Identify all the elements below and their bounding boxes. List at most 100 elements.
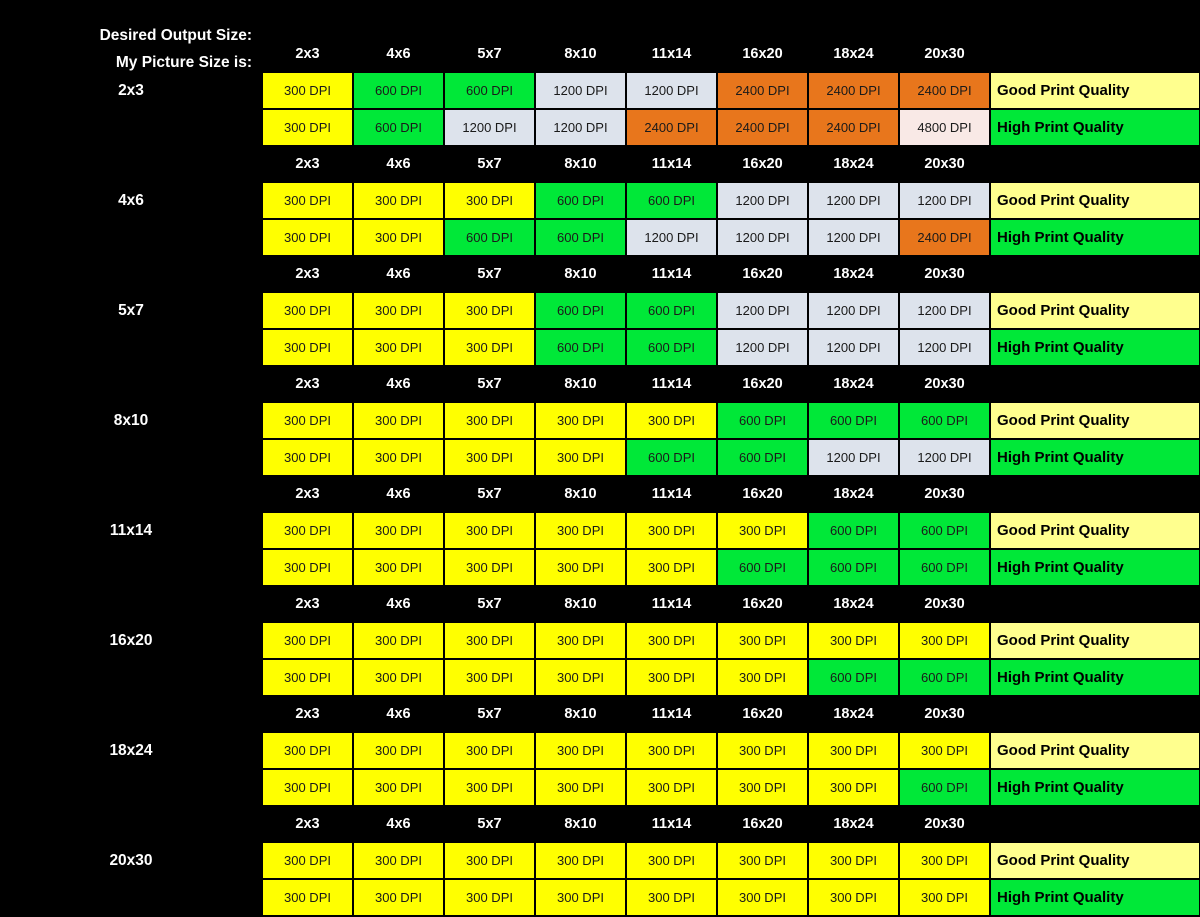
- dpi-cell: 300 DPI: [262, 72, 353, 109]
- dpi-cell: 300 DPI: [808, 622, 899, 659]
- dpi-cell: 2400 DPI: [808, 72, 899, 109]
- size-block: 8x10 2x3 4x6 5x7 8x10 11x14 16x20 18x24 20x30 300…: [0, 366, 1200, 476]
- dpi-cell: 1200 DPI: [899, 439, 990, 476]
- column-header-row: 2x3 4x6 5x7 8x10 11x14 16x20 18x24 20x30: [262, 146, 1200, 182]
- column-header-4x6: 4x6: [386, 706, 411, 722]
- dpi-cell: 600 DPI: [535, 182, 626, 219]
- column-header-8x10: 8x10: [564, 816, 597, 832]
- dpi-cell: 300 DPI: [808, 732, 899, 769]
- dpi-cell: 600 DPI: [535, 329, 626, 366]
- dpi-cell: 300 DPI: [353, 219, 444, 256]
- column-header-row: 2x3 4x6 5x7 8x10 11x14 16x20 18x24 20x30: [262, 476, 1200, 512]
- column-header-5x7: 5x7: [477, 706, 502, 722]
- dpi-cell: 600 DPI: [717, 402, 808, 439]
- column-header-4x6: 4x6: [386, 376, 411, 392]
- size-block: 18x24 2x3 4x6 5x7 8x10 11x14 16x20 18x24 20x30 30…: [0, 696, 1200, 806]
- dpi-cell: 600 DPI: [808, 402, 899, 439]
- dpi-cell: 300 DPI: [353, 439, 444, 476]
- dpi-cell: 600 DPI: [535, 292, 626, 329]
- dpi-cell: 300 DPI: [262, 659, 353, 696]
- dpi-cell: 300 DPI: [262, 109, 353, 146]
- column-header-20x30: 20x30: [924, 156, 965, 172]
- dpi-cell: 1200 DPI: [899, 182, 990, 219]
- good-quality-row: 300 DPI 600 DPI 600 DPI 1200 DPI 1200 DPI 240…: [262, 72, 1200, 109]
- column-header-18x24: 18x24: [833, 486, 874, 502]
- column-header-4x6: 4x6: [386, 46, 411, 62]
- dpi-cell: 300 DPI: [353, 182, 444, 219]
- column-header-2x3: 2x3: [295, 376, 320, 392]
- column-header-20x30: 20x30: [924, 46, 965, 62]
- column-header-18x24: 18x24: [833, 266, 874, 282]
- column-header-2x3: 2x3: [295, 156, 320, 172]
- dpi-cell: 4800 DPI: [899, 109, 990, 146]
- high-quality-row: 300 DPI 300 DPI 300 DPI 300 DPI 300 DPI 600 D…: [262, 549, 1200, 586]
- column-header-spacer: [990, 146, 1200, 182]
- good-quality-row: 300 DPI 300 DPI 300 DPI 300 DPI 300 DPI 600 D…: [262, 402, 1200, 439]
- dpi-cell: 600 DPI: [626, 329, 717, 366]
- size-block: 2x3 2x3 4x6 5x7 8x10 11x14 16x20 18x24 20x30 300 …: [0, 36, 1200, 146]
- column-header-16x20: 16x20: [742, 156, 783, 172]
- column-header-11x14: 11x14: [651, 596, 692, 612]
- dpi-cell: 300 DPI: [717, 732, 808, 769]
- dpi-cell: 300 DPI: [626, 622, 717, 659]
- high-quality-row: 300 DPI 300 DPI 600 DPI 600 DPI 1200 DPI 1200…: [262, 219, 1200, 256]
- dpi-cell: 1200 DPI: [808, 182, 899, 219]
- column-header-20x30: 20x30: [924, 486, 965, 502]
- dpi-cell: 300 DPI: [535, 769, 626, 806]
- dpi-cell: 300 DPI: [262, 512, 353, 549]
- size-block: 11x14 2x3 4x6 5x7 8x10 11x14 16x20 18x24 20x30 30…: [0, 476, 1200, 586]
- dpi-reference-table: Desired Output Size: My Picture Size is:…: [0, 0, 1200, 917]
- column-header-16x20: 16x20: [742, 706, 783, 722]
- column-header-5x7: 5x7: [477, 156, 502, 172]
- column-header-16x20: 16x20: [742, 376, 783, 392]
- dpi-cell: 300 DPI: [262, 402, 353, 439]
- dpi-cell: 1200 DPI: [808, 439, 899, 476]
- dpi-cell: 300 DPI: [353, 512, 444, 549]
- high-print-quality-label: High Print Quality: [990, 879, 1200, 916]
- dpi-cell: 300 DPI: [899, 732, 990, 769]
- dpi-cell: 300 DPI: [353, 329, 444, 366]
- dpi-cell: 300 DPI: [444, 769, 535, 806]
- column-header-20x30: 20x30: [924, 266, 965, 282]
- dpi-cell: 300 DPI: [262, 769, 353, 806]
- dpi-cell: 1200 DPI: [808, 292, 899, 329]
- dpi-cell: 600 DPI: [899, 769, 990, 806]
- column-header-11x14: 11x14: [651, 156, 692, 172]
- column-header-2x3: 2x3: [295, 46, 320, 62]
- dpi-cell: 1200 DPI: [535, 109, 626, 146]
- dpi-cell: 300 DPI: [353, 292, 444, 329]
- column-header-8x10: 8x10: [564, 46, 597, 62]
- column-header-8x10: 8x10: [564, 156, 597, 172]
- size-block: 20x30 2x3 4x6 5x7 8x10 11x14 16x20 18x24 20x30 30…: [0, 806, 1200, 916]
- dpi-cell: 2400 DPI: [717, 109, 808, 146]
- dpi-cell: 300 DPI: [262, 622, 353, 659]
- high-quality-row: 300 DPI 300 DPI 300 DPI 300 DPI 600 DPI 600 D…: [262, 439, 1200, 476]
- row-label-18x24: 18x24: [109, 742, 153, 759]
- good-print-quality-label: Good Print Quality: [990, 732, 1200, 769]
- dpi-cell: 300 DPI: [353, 549, 444, 586]
- column-header-4x6: 4x6: [386, 596, 411, 612]
- column-header-20x30: 20x30: [924, 376, 965, 392]
- dpi-cell: 600 DPI: [899, 549, 990, 586]
- dpi-cell: 300 DPI: [262, 329, 353, 366]
- dpi-cell: 300 DPI: [535, 549, 626, 586]
- column-header-8x10: 8x10: [564, 266, 597, 282]
- dpi-cell: 600 DPI: [899, 512, 990, 549]
- dpi-cell: 300 DPI: [626, 402, 717, 439]
- good-print-quality-label: Good Print Quality: [990, 292, 1200, 329]
- dpi-cell: 600 DPI: [899, 402, 990, 439]
- dpi-cell: 300 DPI: [444, 879, 535, 916]
- column-header-16x20: 16x20: [742, 266, 783, 282]
- high-quality-row: 300 DPI 300 DPI 300 DPI 300 DPI 300 DPI 300 D…: [262, 769, 1200, 806]
- dpi-cell: 300 DPI: [262, 219, 353, 256]
- column-header-4x6: 4x6: [386, 156, 411, 172]
- dpi-cell: 300 DPI: [262, 732, 353, 769]
- dpi-cell: 300 DPI: [535, 512, 626, 549]
- dpi-cell: 300 DPI: [717, 769, 808, 806]
- dpi-cell: 300 DPI: [808, 769, 899, 806]
- column-header-11x14: 11x14: [651, 46, 692, 62]
- dpi-cell: 300 DPI: [626, 732, 717, 769]
- dpi-cell: 2400 DPI: [717, 72, 808, 109]
- good-quality-row: 300 DPI 300 DPI 300 DPI 300 DPI 300 DPI 300 D…: [262, 732, 1200, 769]
- column-header-5x7: 5x7: [477, 266, 502, 282]
